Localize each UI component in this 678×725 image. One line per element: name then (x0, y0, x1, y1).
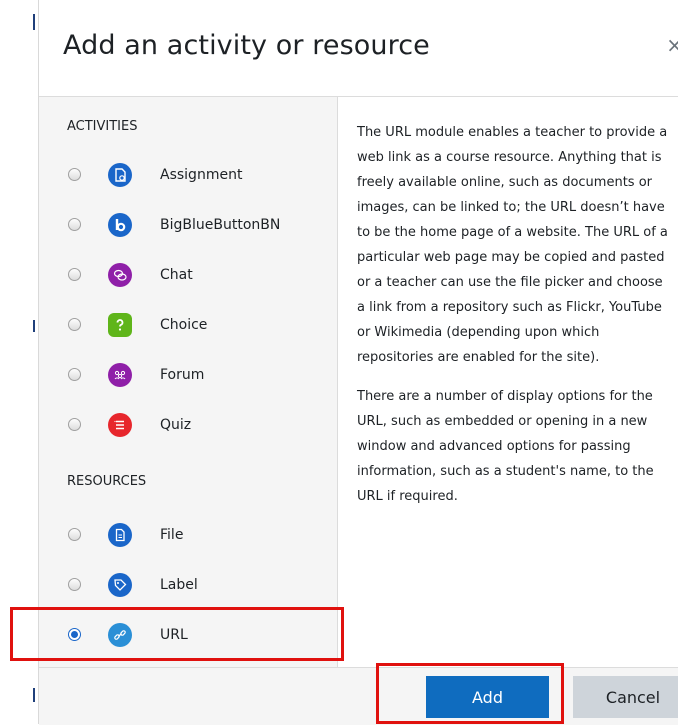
url-icon (108, 623, 132, 647)
bigbluebuttonbn-radio[interactable] (68, 218, 81, 231)
chat-label: Chat (160, 267, 193, 283)
edge-mark (33, 688, 35, 702)
option-chat[interactable]: Chat (39, 250, 337, 300)
option-bigbluebuttonbn[interactable]: BigBlueButtonBN (39, 200, 337, 250)
dialog-footer: Add Cancel (39, 667, 678, 725)
file-icon (108, 523, 132, 547)
activities-heading: ACTIVITIES (67, 119, 138, 134)
resources-heading: RESOURCES (67, 474, 147, 489)
option-label[interactable]: Label (39, 560, 337, 610)
quiz-label: Quiz (160, 417, 192, 433)
quiz-radio[interactable] (68, 418, 81, 431)
file-label: File (160, 527, 184, 543)
add-button[interactable]: Add (426, 676, 549, 718)
url-label: URL (160, 627, 188, 643)
forum-label: Forum (160, 367, 205, 383)
file-radio[interactable] (68, 528, 81, 541)
add-activity-dialog: Add an activity or resource × ACTIVITIES… (38, 0, 678, 725)
page-background-edge (0, 0, 38, 724)
module-description: The URL module enables a teacher to prov… (357, 120, 672, 523)
module-chooser-list: ACTIVITIES Assignment BigBlueButtonBN Ch… (39, 97, 338, 667)
bigbluebuttonbn-label: BigBlueButtonBN (160, 217, 281, 233)
assignment-radio[interactable] (68, 168, 81, 181)
description-paragraph: There are a number of display options fo… (357, 389, 654, 504)
assignment-label: Assignment (160, 167, 243, 183)
option-file[interactable]: File (39, 510, 337, 560)
label-option-label: Label (160, 577, 198, 593)
edge-mark (33, 320, 35, 332)
option-forum[interactable]: Forum (39, 350, 337, 400)
assignment-icon (108, 163, 132, 187)
label-radio[interactable] (68, 578, 81, 591)
chat-icon (108, 263, 132, 287)
dialog-title: Add an activity or resource (63, 30, 430, 61)
bigbluebutton-icon (108, 213, 132, 237)
url-radio[interactable] (68, 628, 81, 641)
forum-icon (108, 363, 132, 387)
option-quiz[interactable]: Quiz (39, 400, 337, 450)
description-paragraph: The URL module enables a teacher to prov… (357, 125, 668, 365)
close-icon[interactable]: × (666, 33, 678, 57)
option-assignment[interactable]: Assignment (39, 150, 337, 200)
choice-radio[interactable] (68, 318, 81, 331)
option-url[interactable]: URL (39, 610, 337, 660)
dialog-header: Add an activity or resource × (39, 0, 678, 97)
forum-radio[interactable] (68, 368, 81, 381)
choice-icon (108, 313, 132, 337)
chat-radio[interactable] (68, 268, 81, 281)
edge-mark (33, 14, 35, 30)
cancel-button[interactable]: Cancel (573, 676, 678, 718)
label-icon (108, 573, 132, 597)
quiz-icon (108, 413, 132, 437)
option-choice[interactable]: Choice (39, 300, 337, 350)
choice-label: Choice (160, 317, 208, 333)
